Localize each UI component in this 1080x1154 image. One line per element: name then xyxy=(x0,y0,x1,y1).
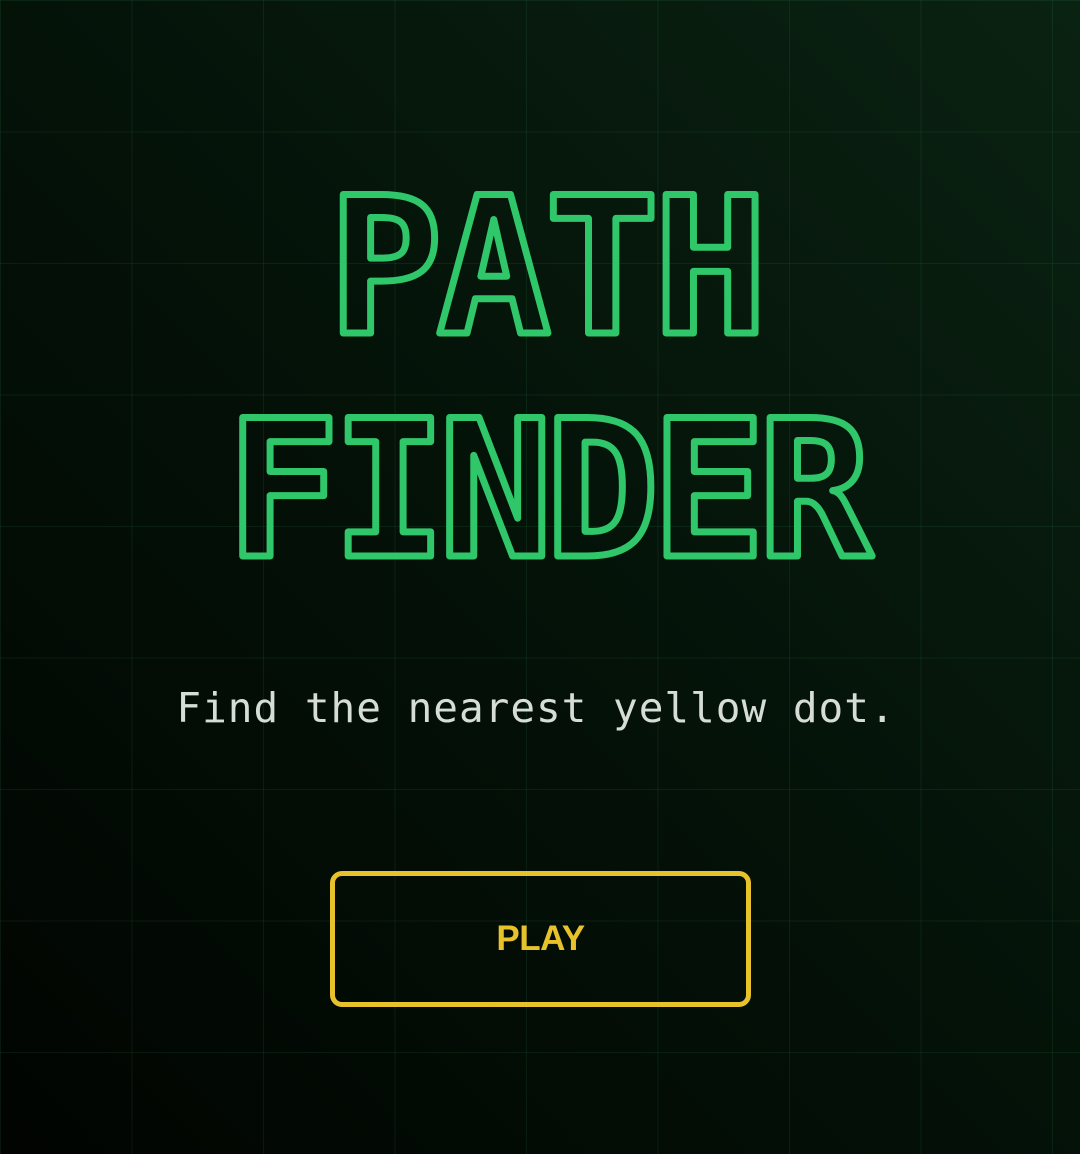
game-title: PATH FINDER xyxy=(222,154,884,601)
game-instructions: Find the nearest yellow dot. xyxy=(176,684,896,732)
play-button[interactable]: PLAY xyxy=(330,871,751,1007)
title-line-path: PATH xyxy=(328,157,762,378)
play-button-label: PLAY xyxy=(496,919,585,958)
title-line-finder: FINDER xyxy=(226,380,873,600)
